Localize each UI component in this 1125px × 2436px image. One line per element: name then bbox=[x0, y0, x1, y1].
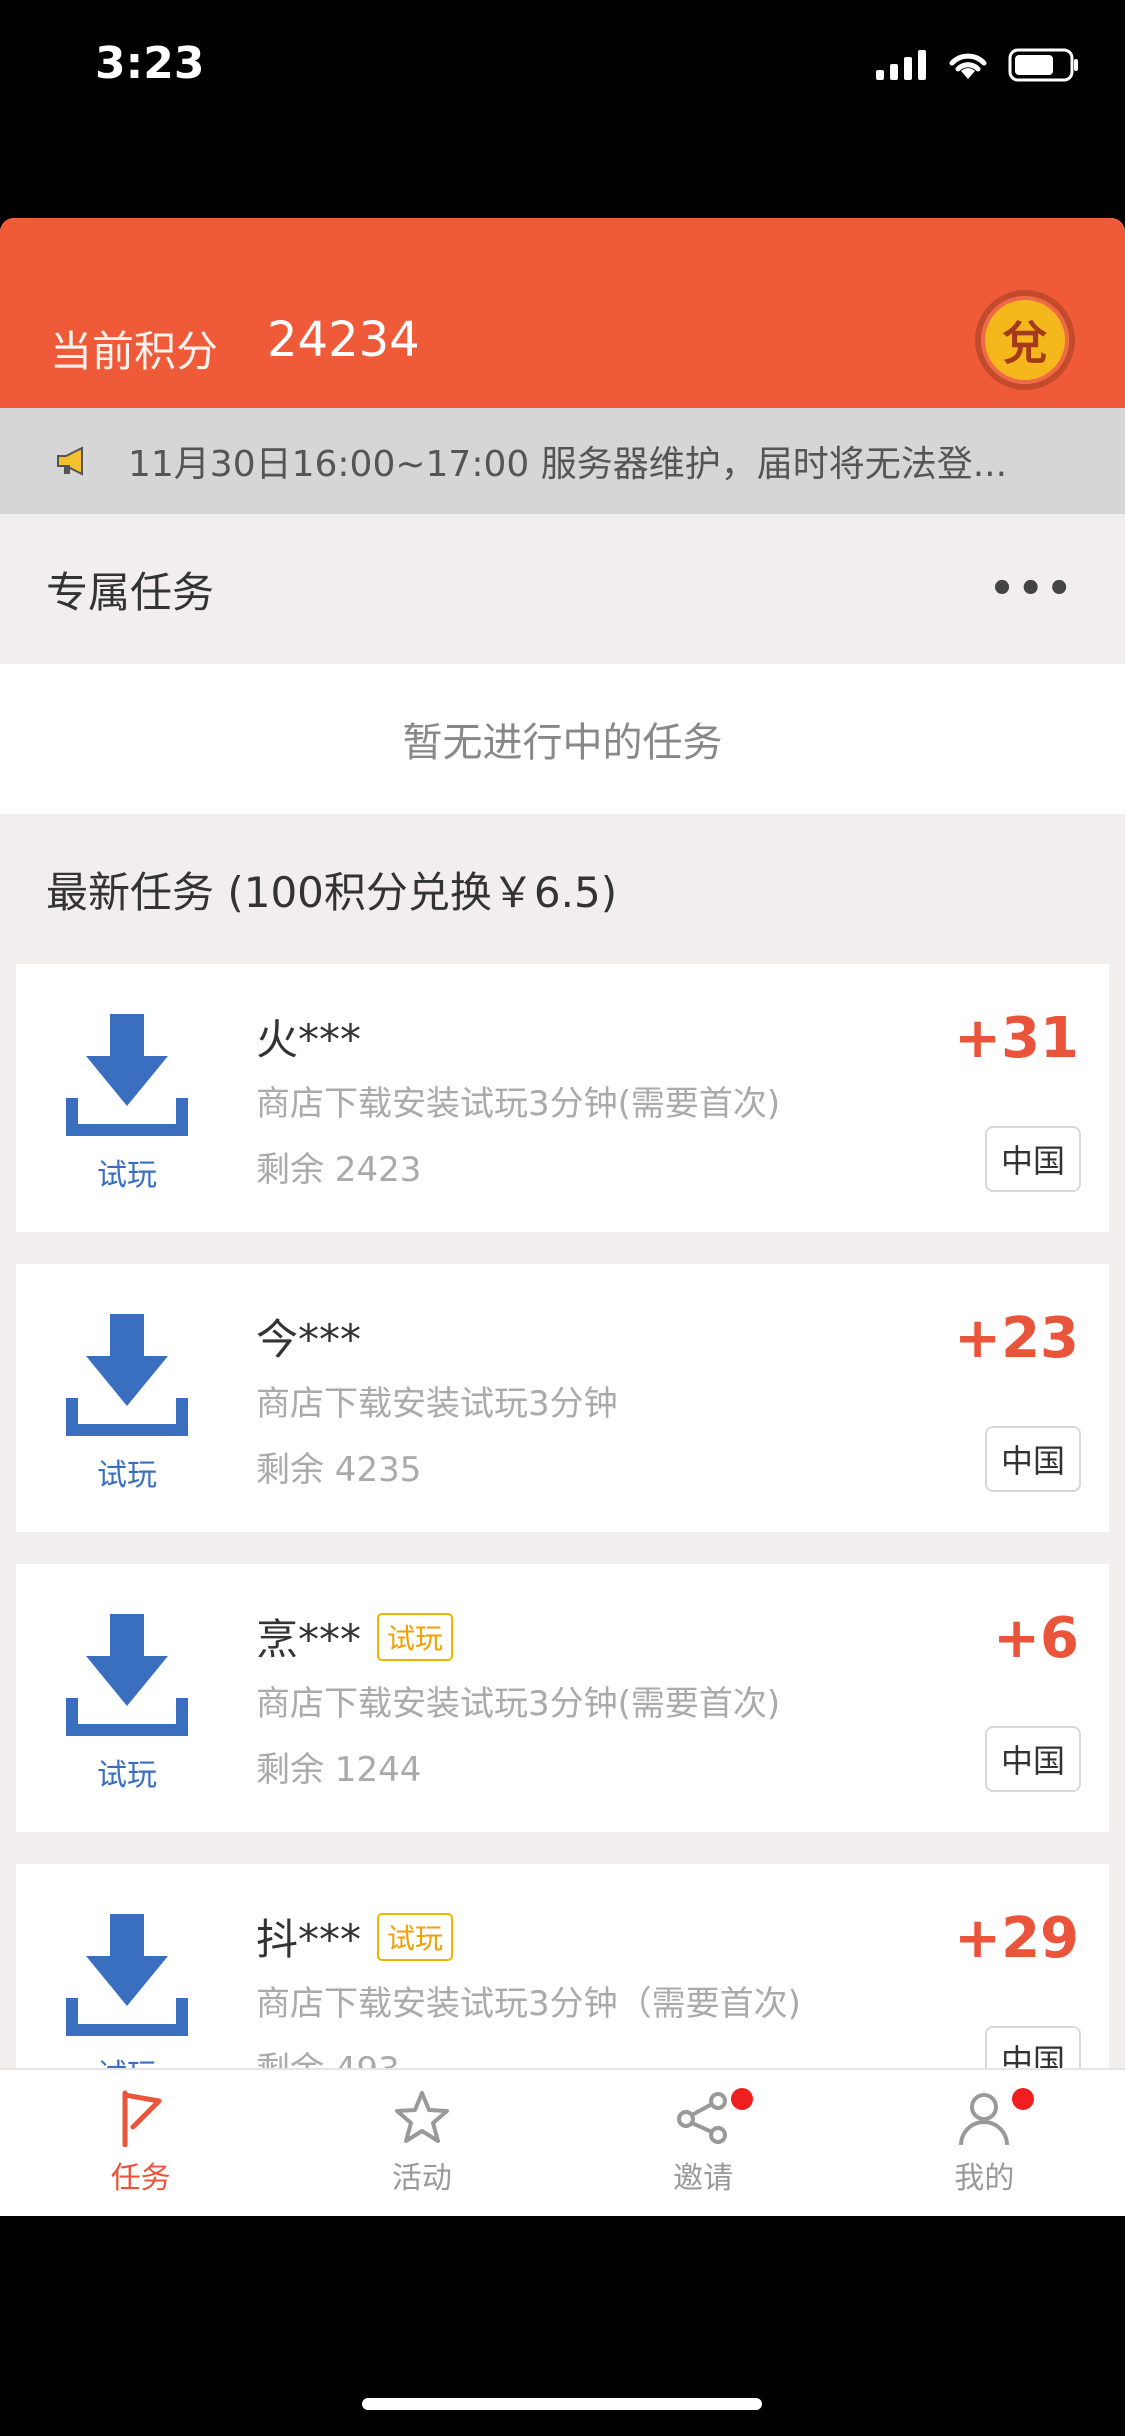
signal-icon bbox=[876, 50, 926, 80]
redeem-icon: 兌 bbox=[1002, 316, 1048, 370]
download-icon bbox=[66, 1914, 188, 2036]
tab-tasks[interactable]: 任务 bbox=[0, 2070, 281, 2216]
share-icon bbox=[677, 2092, 728, 2144]
task-name: 火*** bbox=[256, 1015, 362, 1064]
mine-badge bbox=[1011, 2088, 1034, 2110]
task-remaining: 剩余 4235 bbox=[256, 1450, 422, 1490]
task-name: 烹*** bbox=[256, 1615, 362, 1664]
task-remaining: 剩余 2423 bbox=[256, 1150, 422, 1190]
tab-bar: 任务 活动 邀请 我的 bbox=[0, 2068, 1125, 2216]
task-description: 商店下载安装试玩3分钟(需要首次) bbox=[256, 1684, 781, 1724]
redeem-button[interactable]: 兌 bbox=[975, 290, 1075, 390]
tab-label: 活动 bbox=[391, 2161, 452, 2196]
task-description: 商店下载安装试玩3分钟（需要首次) bbox=[256, 1984, 801, 2024]
tab-activity[interactable]: 活动 bbox=[281, 2070, 562, 2216]
points-header: 当前积分 24234 兌 bbox=[0, 218, 1125, 408]
wifi-icon bbox=[949, 53, 987, 79]
status-bar: 3:23 bbox=[0, 0, 1125, 140]
home-indicator bbox=[362, 2398, 762, 2410]
more-icon[interactable]: ••• bbox=[989, 566, 1075, 612]
download-icon bbox=[66, 1614, 188, 1736]
task-name-row: 今*** bbox=[256, 1306, 361, 1367]
battery-icon bbox=[1008, 48, 1078, 82]
download-label: 试玩 bbox=[97, 1758, 157, 1793]
tab-label: 我的 bbox=[954, 2161, 1015, 2196]
download-button[interactable]: 试玩 bbox=[64, 1914, 190, 2094]
app-container: 当前积分 24234 兌 11月30日16:00~17:00 服务器维护，届时将… bbox=[0, 218, 1125, 2216]
task-points: +29 bbox=[954, 1906, 1079, 1971]
invite-badge bbox=[730, 2088, 753, 2110]
task-card[interactable]: 试玩 火*** 商店下载安装试玩3分钟(需要首次) 剩余 2423 +31 中国 bbox=[16, 964, 1109, 1232]
megaphone-icon bbox=[57, 446, 83, 476]
empty-task-message: 暂无进行中的任务 bbox=[0, 664, 1125, 814]
region-badge: 中国 bbox=[984, 1426, 1081, 1492]
trial-tag: 试玩 bbox=[377, 1612, 454, 1661]
star-icon bbox=[394, 2091, 449, 2143]
task-name-row: 火*** bbox=[256, 1006, 361, 1067]
notice-bar[interactable]: 11月30日16:00~17:00 服务器维护，届时将无法登... bbox=[0, 408, 1125, 514]
task-remaining: 剩余 1244 bbox=[256, 1750, 422, 1790]
trial-tag: 试玩 bbox=[377, 1912, 454, 1961]
exclusive-title: 专属任务 bbox=[46, 567, 215, 617]
task-card[interactable]: 试玩 今*** 商店下载安装试玩3分钟 剩余 4235 +23 中国 bbox=[16, 1264, 1109, 1532]
task-name-row: 抖*** 试玩 bbox=[256, 1906, 454, 1967]
download-icon bbox=[66, 1014, 188, 1136]
exclusive-section-header: 专属任务 ••• bbox=[0, 514, 1125, 664]
tab-mine[interactable]: 我的 bbox=[844, 2070, 1125, 2216]
download-button[interactable]: 试玩 bbox=[64, 1014, 190, 1194]
tab-invite[interactable]: 邀请 bbox=[563, 2070, 844, 2216]
task-points: +31 bbox=[954, 1006, 1079, 1071]
user-icon bbox=[959, 2093, 1010, 2146]
download-label: 试玩 bbox=[97, 1158, 157, 1193]
region-badge: 中国 bbox=[984, 1126, 1081, 1192]
tab-label: 邀请 bbox=[673, 2161, 734, 2196]
task-name: 抖*** bbox=[256, 1915, 362, 1964]
flag-icon bbox=[122, 2090, 162, 2147]
latest-tasks-title: 最新任务 (100积分兑换￥6.5) bbox=[46, 867, 618, 917]
download-icon bbox=[66, 1314, 188, 1436]
task-list: 试玩 火*** 商店下载安装试玩3分钟(需要首次) 剩余 2423 +31 中国… bbox=[0, 964, 1125, 2132]
task-description: 商店下载安装试玩3分钟 bbox=[256, 1384, 618, 1424]
status-time: 3:23 bbox=[95, 38, 205, 89]
download-button[interactable]: 试玩 bbox=[64, 1614, 190, 1794]
task-points: +6 bbox=[993, 1606, 1079, 1671]
points-value: 24234 bbox=[267, 312, 420, 368]
notice-text: 11月30日16:00~17:00 服务器维护，届时将无法登... bbox=[128, 444, 1008, 485]
task-points: +23 bbox=[954, 1306, 1079, 1371]
points-label: 当前积分 bbox=[50, 327, 219, 376]
task-description: 商店下载安装试玩3分钟(需要首次) bbox=[256, 1084, 781, 1124]
tab-label: 任务 bbox=[110, 2161, 171, 2196]
task-name-row: 烹*** 试玩 bbox=[256, 1606, 454, 1667]
region-badge: 中国 bbox=[984, 1726, 1081, 1792]
status-icons bbox=[876, 48, 1080, 82]
task-name: 今*** bbox=[256, 1315, 362, 1364]
task-card[interactable]: 试玩 烹*** 试玩 商店下载安装试玩3分钟(需要首次) 剩余 1244 +6 … bbox=[16, 1564, 1109, 1832]
download-label: 试玩 bbox=[97, 1458, 157, 1493]
download-button[interactable]: 试玩 bbox=[64, 1314, 190, 1494]
